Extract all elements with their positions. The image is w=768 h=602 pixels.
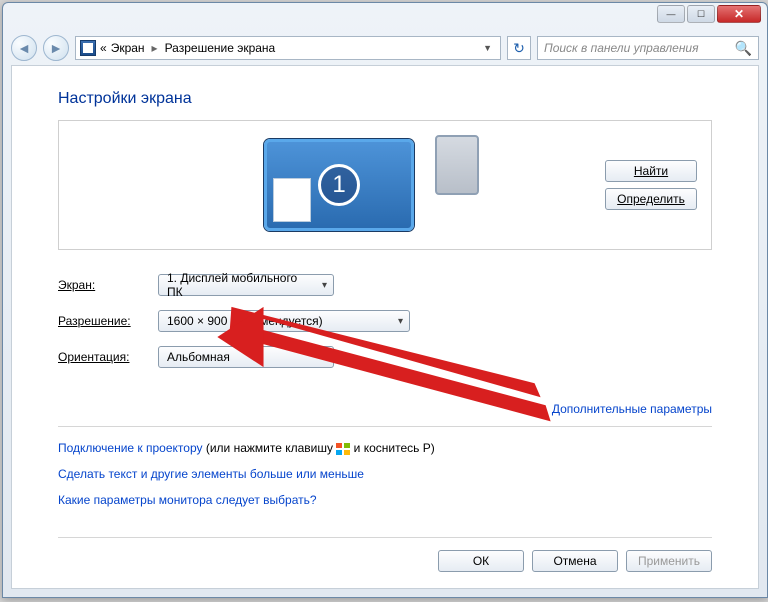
address-dropdown-icon[interactable]: ▼ <box>479 43 496 53</box>
breadcrumb-item[interactable]: Экран <box>111 41 145 55</box>
close-icon: ✕ <box>734 7 744 21</box>
address-bar[interactable]: « Экран ▸ Разрешение экрана ▼ <box>75 36 501 60</box>
separator <box>58 426 712 427</box>
titlebar: — ☐ ✕ <box>3 3 767 31</box>
nav-back-button[interactable]: ◄ <box>11 35 37 61</box>
ok-button[interactable]: ОК <box>438 550 524 572</box>
navbar: ◄ ► « Экран ▸ Разрешение экрана ▼ ↻ Поис… <box>3 31 767 65</box>
find-button[interactable]: Найти <box>605 160 697 182</box>
detect-button[interactable]: Определить <box>605 188 697 210</box>
minimize-button[interactable]: — <box>657 5 685 23</box>
window-frame: — ☐ ✕ ◄ ► « Экран ▸ Разрешение экрана ▼ … <box>2 2 768 598</box>
monitor-1[interactable]: 1 <box>264 139 414 231</box>
preview-side-buttons: Найти Определить <box>605 160 697 210</box>
search-placeholder: Поиск в панели управления <box>544 41 699 55</box>
projector-hint-1: (или нажмите клавишу <box>203 441 337 455</box>
content-area: Настройки экрана 1 Найти Определить Экра… <box>11 65 759 589</box>
cancel-button[interactable]: Отмена <box>532 550 618 572</box>
display-dropdown[interactable]: 1. Дисплей мобильного ПК <box>158 274 334 296</box>
orientation-dropdown[interactable]: Альбомная <box>158 346 334 368</box>
maximize-button[interactable]: ☐ <box>687 5 715 23</box>
maximize-icon: ☐ <box>697 9 705 20</box>
control-panel-icon <box>80 40 96 56</box>
breadcrumb-item[interactable]: Разрешение экрана <box>165 41 276 55</box>
breadcrumb-separator: ▸ <box>149 41 161 55</box>
display-label: Экран: <box>58 278 158 292</box>
advanced-settings-link[interactable]: Дополнительные параметры <box>58 402 712 416</box>
search-input[interactable]: Поиск в панели управления 🔍 <box>537 36 759 60</box>
projector-line: Подключение к проектору (или нажмите кла… <box>58 441 712 455</box>
settings-form: Экран: 1. Дисплей мобильного ПК Разрешен… <box>58 274 712 382</box>
monitor-number-badge: 1 <box>318 164 360 206</box>
resolution-dropdown[interactable]: 1600 × 900 (рекомендуется) <box>158 310 410 332</box>
nav-forward-button[interactable]: ► <box>43 35 69 61</box>
monitor-2[interactable] <box>435 135 479 195</box>
refresh-button[interactable]: ↻ <box>507 36 531 60</box>
display-preview-area: 1 Найти Определить <box>58 120 712 250</box>
monitor-stage: 1 <box>73 139 605 231</box>
projector-hint-2: и коснитесь P) <box>350 441 434 455</box>
breadcrumb-prefix: « <box>100 41 107 55</box>
orientation-label: Ориентация: <box>58 350 158 364</box>
apply-button[interactable]: Применить <box>626 550 712 572</box>
windows-key-icon <box>336 443 350 455</box>
page-title: Настройки экрана <box>58 90 712 108</box>
connect-projector-link[interactable]: Подключение к проектору <box>58 441 203 455</box>
close-button[interactable]: ✕ <box>717 5 761 23</box>
search-icon: 🔍 <box>735 40 752 57</box>
resolution-label: Разрешение: <box>58 314 158 328</box>
minimize-icon: — <box>667 9 676 19</box>
footer-buttons: ОК Отмена Применить <box>58 537 712 572</box>
which-params-link[interactable]: Какие параметры монитора следует выбрать… <box>58 493 317 507</box>
text-size-link[interactable]: Сделать текст и другие элементы больше и… <box>58 467 364 481</box>
